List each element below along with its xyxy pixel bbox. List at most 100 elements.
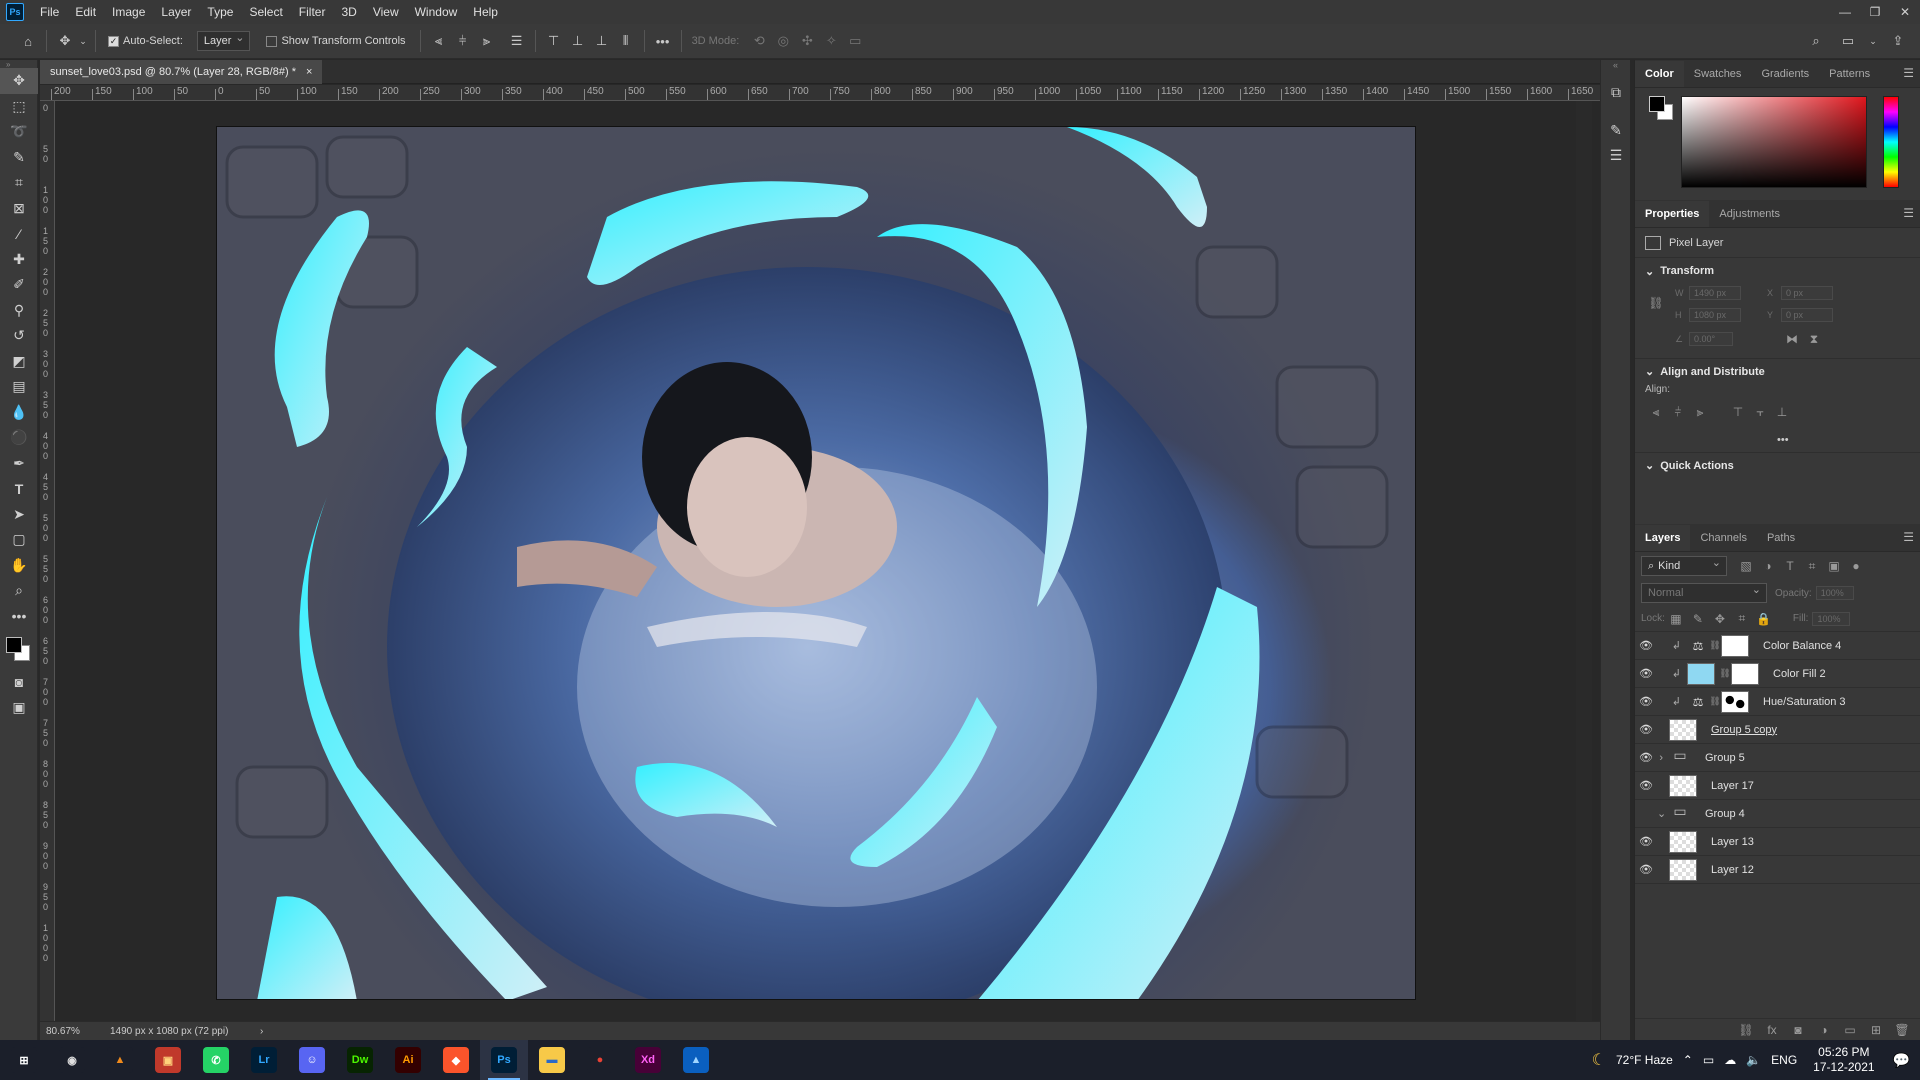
more-tools-icon[interactable]: ••• <box>0 604 38 630</box>
lock-artboard-icon[interactable]: ⌗ <box>1731 611 1753 626</box>
tab-properties[interactable]: Properties <box>1635 201 1710 227</box>
filter-shape-icon[interactable]: ⌗ <box>1801 559 1823 574</box>
filter-type-icon[interactable]: T <box>1779 559 1801 573</box>
volume-icon[interactable]: 🔈 <box>1746 1053 1761 1067</box>
onedrive-icon[interactable]: ☁ <box>1724 1053 1736 1067</box>
clone-stamp-tool-icon[interactable]: ⚲ <box>0 298 38 324</box>
align-section-header[interactable]: ⌄ Align and Distribute <box>1635 358 1920 384</box>
filter-smart-object-icon[interactable]: ▣ <box>1823 559 1845 573</box>
menu-image[interactable]: Image <box>104 0 153 24</box>
tab-gradients[interactable]: Gradients <box>1751 61 1819 87</box>
restore-button[interactable]: ❐ <box>1860 0 1890 24</box>
add-mask-icon[interactable]: ◙ <box>1787 1023 1809 1037</box>
distribute-icon[interactable]: ☰ <box>505 30 529 52</box>
menu-file[interactable]: File <box>32 0 67 24</box>
width-field[interactable]: 1490 px <box>1689 286 1741 300</box>
whatsapp-icon[interactable]: ✆ <box>192 1040 240 1080</box>
roll-3d-icon[interactable]: ◎ <box>771 30 795 52</box>
share-icon[interactable]: ⇪ <box>1886 30 1910 52</box>
dreamweaver-icon[interactable]: Dw <box>336 1040 384 1080</box>
panel-menu-icon[interactable]: ☰ <box>1903 66 1914 80</box>
distribute-vertical-icon[interactable]: ⫴ <box>614 30 638 52</box>
align-center-h-icon[interactable]: ⫩ <box>451 30 475 52</box>
trash-icon[interactable]: 🗑 <box>1891 1023 1913 1037</box>
layer-row[interactable]: 👁 Group 5 copy <box>1635 716 1920 744</box>
photoshop-icon[interactable]: Ps <box>480 1040 528 1080</box>
zoom-level[interactable]: 80.67% <box>40 1026 100 1037</box>
tab-swatches[interactable]: Swatches <box>1684 61 1752 87</box>
brush-tool-icon[interactable]: ✐ <box>0 272 38 298</box>
tab-patterns[interactable]: Patterns <box>1819 61 1880 87</box>
align-left-icon[interactable]: ⫷ <box>427 30 451 52</box>
crop-tool-icon[interactable]: ⌗ <box>0 170 38 196</box>
language-indicator[interactable]: ENG <box>1771 1053 1797 1067</box>
new-group-icon[interactable]: ▭ <box>1839 1023 1861 1037</box>
layer-row[interactable]: ⌄ ▭ Group 4 <box>1635 800 1920 828</box>
panel-menu-icon[interactable]: ☰ <box>1903 530 1914 544</box>
align-more-icon[interactable]: ••• <box>1777 434 1789 446</box>
height-field[interactable]: 1080 px <box>1689 308 1741 322</box>
menu-window[interactable]: Window <box>407 0 466 24</box>
visibility-eye-icon[interactable]: 👁 <box>1635 779 1657 792</box>
more-options-icon[interactable]: ••• <box>651 30 675 52</box>
xd-icon[interactable]: Xd <box>624 1040 672 1080</box>
layer-row[interactable]: 👁 ↲ ⛓ Color Fill 2 <box>1635 660 1920 688</box>
filter-toggle-icon[interactable]: ● <box>1845 559 1867 573</box>
color-picker-field[interactable] <box>1681 96 1867 188</box>
foreground-color-swatch[interactable] <box>6 637 22 653</box>
pen-tool-icon[interactable]: ✒ <box>0 451 38 477</box>
weather-text[interactable]: 72°F Haze <box>1616 1053 1673 1067</box>
tab-layers[interactable]: Layers <box>1635 525 1691 551</box>
search-icon[interactable]: ⌕ <box>1804 30 1828 52</box>
chevron-down-icon[interactable]: ⌄ <box>1868 30 1878 52</box>
layer-mask-thumbnail[interactable] <box>1721 690 1749 713</box>
link-icon[interactable]: ⛓ <box>1645 296 1667 310</box>
lock-position-icon[interactable]: ✥ <box>1709 612 1731 626</box>
close-tab-icon[interactable]: × <box>306 60 312 84</box>
visibility-eye-icon[interactable]: 👁 <box>1635 667 1657 680</box>
blend-mode-dropdown[interactable]: Normal <box>1641 581 1767 603</box>
shape-tool-icon[interactable]: ▢ <box>0 527 38 553</box>
workspace-icon[interactable]: ▭ <box>1836 30 1860 52</box>
align-top-icon[interactable]: ⊤ <box>542 30 566 52</box>
visibility-eye-icon[interactable]: 👁 <box>1635 835 1657 848</box>
menu-3d[interactable]: 3D <box>333 0 364 24</box>
new-adjustment-icon[interactable]: ◑ <box>1813 1023 1835 1037</box>
move-tool-icon[interactable]: ✥ <box>0 68 38 94</box>
layer-row[interactable]: 👁 Layer 17 <box>1635 772 1920 800</box>
visibility-eye-icon[interactable]: 👁 <box>1635 639 1657 652</box>
marquee-tool-icon[interactable]: ⬚ <box>0 94 38 120</box>
lock-pixels-icon[interactable]: ▦ <box>1665 612 1687 626</box>
flip-horizontal-icon[interactable]: ⧓ <box>1781 332 1803 346</box>
file-explorer-icon[interactable]: ▬ <box>528 1040 576 1080</box>
expand-arrow-icon[interactable]: › <box>1657 752 1669 764</box>
layer-mask-thumbnail[interactable] <box>1721 634 1749 657</box>
type-tool-icon[interactable]: T <box>0 476 38 502</box>
foreground-color-swatch[interactable] <box>1649 96 1665 112</box>
obs-icon[interactable]: ◉ <box>48 1040 96 1080</box>
lock-all-icon[interactable]: 🔒 <box>1753 612 1775 626</box>
menu-filter[interactable]: Filter <box>291 0 334 24</box>
artwork-canvas[interactable] <box>216 126 1416 1000</box>
clock[interactable]: 05:26 PM 17-12-2021 <box>1813 1045 1874 1075</box>
move-tool-preset-icon[interactable]: ✥ <box>53 30 77 52</box>
path-selection-tool-icon[interactable]: ➤ <box>0 502 38 528</box>
fx-icon[interactable]: fx <box>1761 1023 1783 1037</box>
fill-field[interactable]: 100% <box>1812 611 1851 626</box>
document-tab[interactable]: sunset_love03.psd @ 80.7% (Layer 28, RGB… <box>40 60 323 84</box>
network-icon[interactable]: ▭ <box>1703 1053 1714 1067</box>
x-field[interactable]: 0 px <box>1781 286 1833 300</box>
menu-select[interactable]: Select <box>241 0 290 24</box>
discord-icon[interactable]: ☺ <box>288 1040 336 1080</box>
layer-row[interactable]: 👁 Layer 12 <box>1635 856 1920 884</box>
minimize-button[interactable]: — <box>1830 0 1860 24</box>
close-window-button[interactable]: ✕ <box>1890 0 1920 24</box>
app-icon[interactable]: ▣ <box>144 1040 192 1080</box>
transform-section-header[interactable]: ⌄ Transform <box>1635 258 1920 284</box>
slide-3d-icon[interactable]: ✧ <box>819 30 843 52</box>
align-top-icon[interactable]: ⊤ <box>1727 405 1749 420</box>
auto-select-dropdown[interactable]: Layer <box>196 29 251 51</box>
visibility-eye-icon[interactable]: 👁 <box>1635 863 1657 876</box>
align-bottom-icon[interactable]: ⊥ <box>590 30 614 52</box>
start-icon[interactable]: ⊞ <box>0 1040 48 1080</box>
